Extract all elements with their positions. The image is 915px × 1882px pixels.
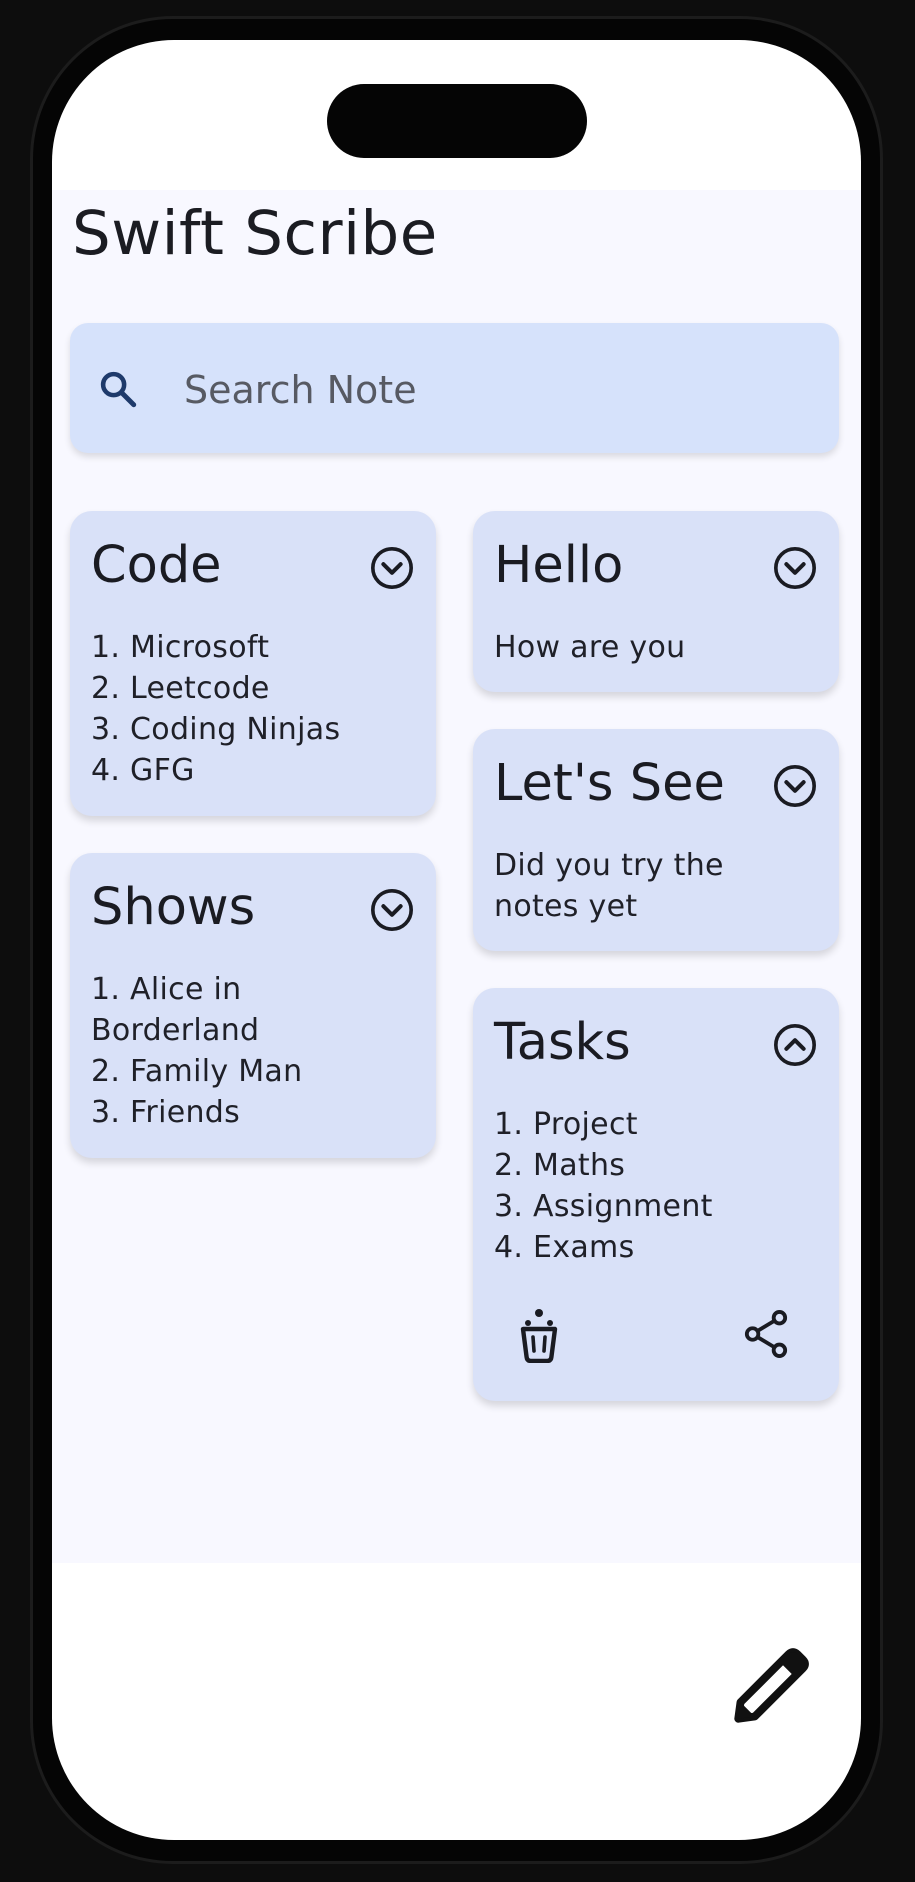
note-actions bbox=[473, 1307, 839, 1363]
note-title: Let's See bbox=[494, 754, 725, 813]
note-body: 1. Project 2. Maths 3. Assignment 4. Exa… bbox=[494, 1107, 713, 1265]
note-body: 1. Alice in Borderland 2. Family Man 3. … bbox=[91, 972, 303, 1130]
app-content: Swift Scribe Code 1. Microsoft 2. Leetco… bbox=[52, 190, 861, 1723]
app-title: Swift Scribe bbox=[72, 198, 438, 269]
note-title: Hello bbox=[494, 536, 624, 595]
chevron-down-icon[interactable] bbox=[369, 887, 415, 933]
search-icon bbox=[100, 371, 137, 408]
dynamic-island bbox=[327, 84, 587, 158]
chevron-down-icon[interactable] bbox=[772, 763, 818, 809]
note-card-lets-see[interactable]: Let's See Did you try the notes yet bbox=[473, 729, 839, 951]
note-card-hello[interactable]: Hello How are you bbox=[473, 511, 839, 692]
phone-frame: Swift Scribe Code 1. Microsoft 2. Leetco… bbox=[33, 19, 880, 1861]
note-title: Code bbox=[91, 536, 222, 595]
note-title: Tasks bbox=[494, 1013, 631, 1072]
chevron-down-icon[interactable] bbox=[772, 545, 818, 591]
note-body: 1. Microsoft 2. Leetcode 3. Coding Ninja… bbox=[91, 630, 341, 788]
delete-icon[interactable] bbox=[517, 1307, 561, 1363]
share-icon[interactable] bbox=[743, 1309, 789, 1359]
note-body: How are you bbox=[494, 630, 686, 665]
note-title: Shows bbox=[91, 878, 256, 937]
chevron-down-icon[interactable] bbox=[369, 545, 415, 591]
search-bar[interactable] bbox=[70, 323, 839, 453]
chevron-up-icon[interactable] bbox=[772, 1022, 818, 1068]
search-input[interactable] bbox=[182, 361, 806, 419]
note-card-shows[interactable]: Shows 1. Alice in Borderland 2. Family M… bbox=[70, 853, 436, 1158]
note-body: Did you try the notes yet bbox=[494, 848, 724, 924]
phone-screen: Swift Scribe Code 1. Microsoft 2. Leetco… bbox=[52, 40, 861, 1840]
note-card-code[interactable]: Code 1. Microsoft 2. Leetcode 3. Coding … bbox=[70, 511, 436, 816]
pencil-icon[interactable] bbox=[727, 1640, 817, 1730]
note-card-tasks[interactable]: Tasks 1. Project 2. Maths 3. Assignment … bbox=[473, 988, 839, 1401]
